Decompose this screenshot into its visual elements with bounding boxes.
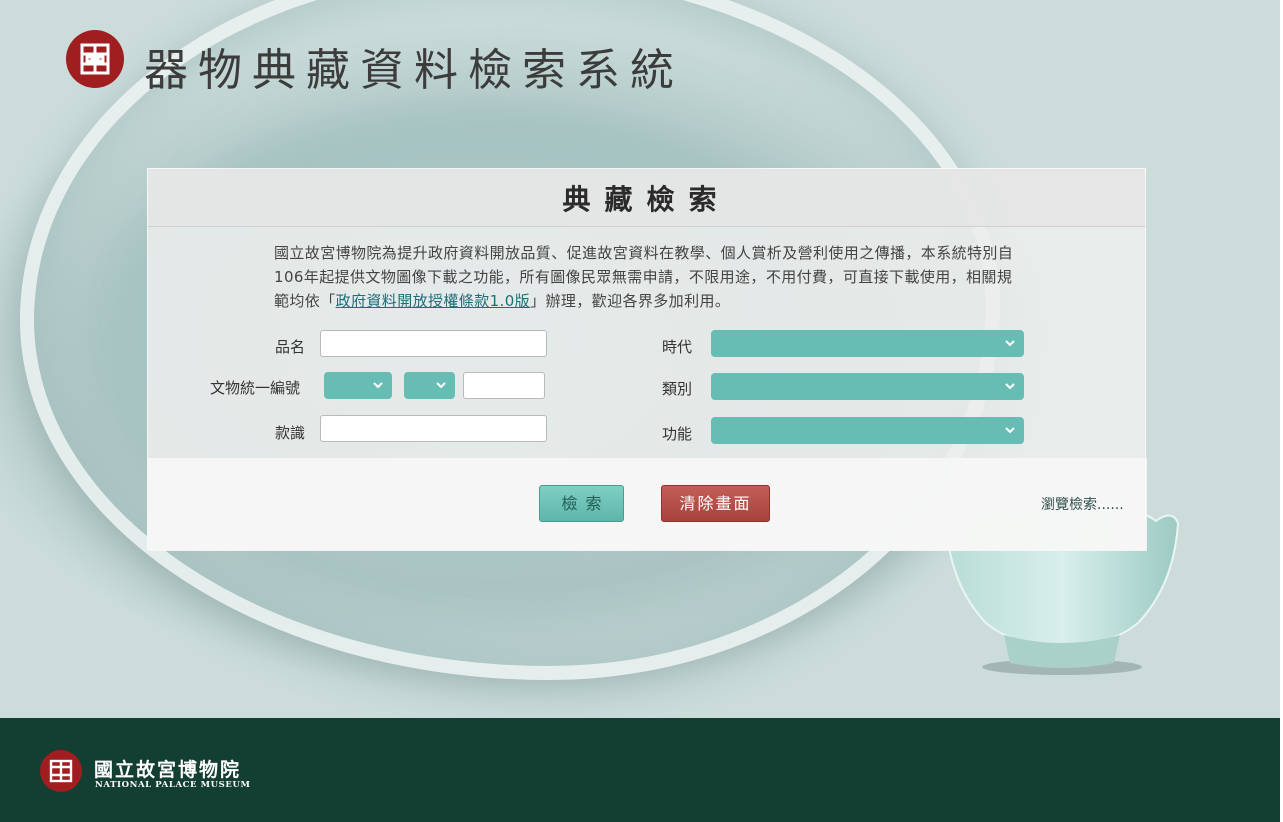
inscription-label: 款識 (275, 424, 306, 442)
name-input[interactable] (320, 330, 547, 357)
catalog-type-select[interactable] (404, 372, 455, 399)
clear-button[interactable]: 清除畫面 (661, 485, 770, 522)
intro-text: 國立故宮博物院為提升政府資料開放品質、促進故宮資料在教學、個人賞析及營利使用之傳… (274, 244, 1014, 310)
chevron-down-icon (1005, 383, 1015, 390)
site-title: 器物典藏資料檢索系統 (144, 45, 684, 96)
function-label: 功能 (662, 425, 693, 443)
npm-logo-icon[interactable] (40, 750, 82, 792)
function-select[interactable] (711, 417, 1024, 444)
chevron-down-icon (1005, 427, 1015, 434)
footer-museum-name: 國立故宮博物院 (94, 759, 242, 781)
name-label: 品名 (275, 338, 306, 356)
footer-museum-name-en: NATIONAL PALACE MUSEUM (95, 780, 251, 790)
footer: 國立故宮博物院 NATIONAL PALACE MUSEUM (0, 718, 1280, 822)
inscription-input[interactable] (320, 415, 547, 442)
license-link[interactable]: 政府資料開放授權條款1.0版 (336, 292, 530, 310)
chevron-down-icon (1005, 340, 1015, 347)
category-select[interactable] (711, 373, 1024, 400)
browse-search-link[interactable]: 瀏覽檢索...... (1041, 494, 1124, 514)
search-panel: 典藏檢索 國立故宮博物院為提升政府資料開放品質、促進故宮資料在教學、個人賞析及營… (147, 168, 1147, 551)
panel-title: 典藏檢索 (562, 182, 731, 216)
chevron-down-icon (373, 382, 383, 389)
npm-logo-icon[interactable] (66, 30, 124, 88)
catalog-prefix-select[interactable] (324, 372, 392, 399)
period-label: 時代 (662, 338, 693, 356)
period-select[interactable] (711, 330, 1024, 357)
category-label: 類別 (662, 380, 693, 398)
catalog-number-label: 文物統一編號 (210, 379, 301, 397)
panel-header: 典藏檢索 (148, 169, 1145, 227)
action-bar: 檢索 清除畫面 瀏覽檢索...... (148, 458, 1147, 551)
chevron-down-icon (436, 382, 446, 389)
search-button[interactable]: 檢索 (539, 485, 624, 522)
catalog-number-input[interactable] (463, 372, 545, 399)
